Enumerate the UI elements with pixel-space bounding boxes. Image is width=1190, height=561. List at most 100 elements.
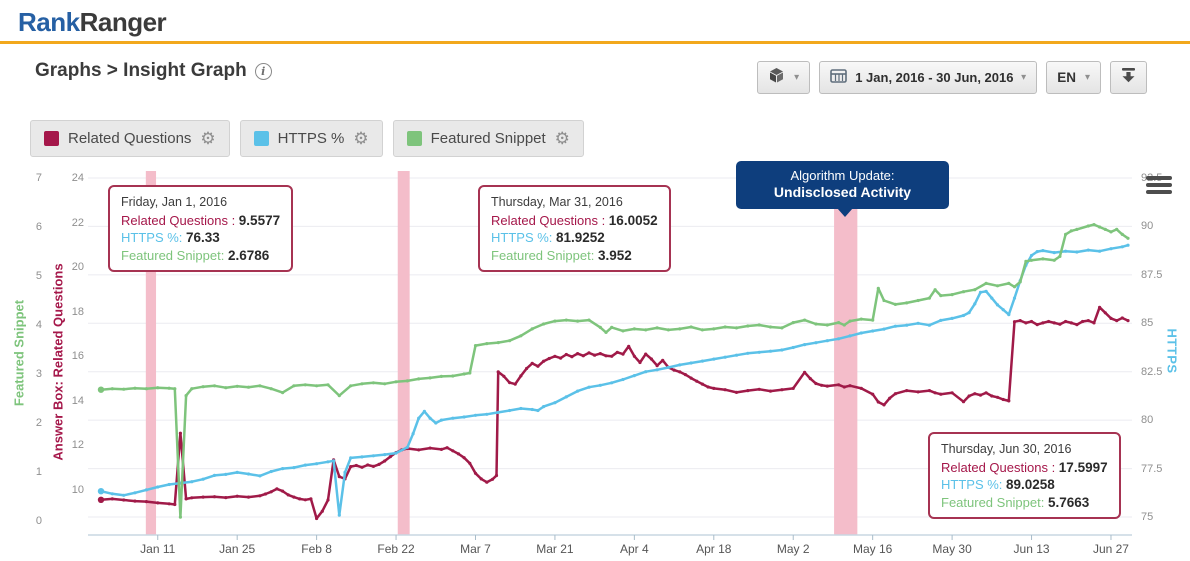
- data-point[interactable]: [303, 463, 307, 467]
- data-point[interactable]: [825, 339, 829, 343]
- data-point[interactable]: [326, 383, 330, 387]
- data-point[interactable]: [167, 482, 171, 487]
- data-point[interactable]: [780, 388, 784, 392]
- data-point[interactable]: [1001, 397, 1005, 402]
- data-point[interactable]: [303, 498, 307, 502]
- data-point[interactable]: [978, 290, 983, 294]
- data-point[interactable]: [1052, 258, 1056, 262]
- data-point[interactable]: [530, 327, 534, 331]
- data-point[interactable]: [848, 384, 852, 388]
- data-point[interactable]: [678, 363, 682, 367]
- data-point[interactable]: [269, 469, 273, 474]
- data-point[interactable]: [1041, 321, 1045, 325]
- data-point[interactable]: [814, 381, 818, 386]
- data-point[interactable]: [513, 382, 517, 386]
- data-point[interactable]: [1064, 249, 1068, 253]
- data-point[interactable]: [530, 361, 534, 365]
- data-point[interactable]: [564, 352, 568, 357]
- data-point[interactable]: [1086, 248, 1090, 252]
- data-point[interactable]: [479, 477, 483, 481]
- data-point[interactable]: [525, 366, 529, 371]
- data-point[interactable]: [757, 350, 761, 354]
- data-point[interactable]: [893, 302, 898, 306]
- data-point[interactable]: [133, 499, 137, 503]
- data-point[interactable]: [281, 489, 285, 493]
- data-point[interactable]: [882, 403, 886, 407]
- data-point[interactable]: [610, 354, 614, 358]
- data-point[interactable]: [610, 325, 614, 329]
- data-point[interactable]: [286, 493, 290, 497]
- data-point[interactable]: [871, 318, 875, 322]
- data-point[interactable]: [950, 316, 954, 320]
- data-point[interactable]: [837, 321, 841, 325]
- data-point[interactable]: [1120, 245, 1124, 249]
- data-point[interactable]: [212, 473, 217, 477]
- data-point[interactable]: [746, 389, 750, 393]
- data-point[interactable]: [292, 466, 296, 470]
- data-point[interactable]: [734, 326, 739, 330]
- data-point[interactable]: [496, 370, 500, 374]
- data-point[interactable]: [916, 321, 920, 325]
- data-point[interactable]: [235, 470, 239, 474]
- data-point[interactable]: [462, 456, 466, 460]
- data-point[interactable]: [1035, 250, 1039, 254]
- data-point[interactable]: [632, 374, 637, 378]
- data-point[interactable]: [1120, 316, 1124, 320]
- data-point[interactable]: [156, 501, 160, 505]
- data-point[interactable]: [995, 395, 1000, 399]
- data-point[interactable]: [967, 311, 971, 315]
- data-point[interactable]: [190, 496, 194, 500]
- data-point[interactable]: [564, 395, 568, 399]
- data-point[interactable]: [780, 326, 784, 330]
- data-point[interactable]: [235, 384, 239, 388]
- data-point[interactable]: [417, 448, 421, 452]
- data-point[interactable]: [587, 385, 591, 389]
- data-point[interactable]: [1018, 319, 1022, 323]
- data-point[interactable]: [383, 382, 387, 386]
- data-point[interactable]: [1126, 243, 1130, 247]
- data-point[interactable]: [1115, 319, 1119, 323]
- data-point[interactable]: [803, 343, 807, 347]
- data-point[interactable]: [184, 497, 188, 501]
- data-point[interactable]: [655, 364, 659, 368]
- data-point[interactable]: [610, 381, 614, 385]
- data-point[interactable]: [882, 298, 886, 303]
- data-point[interactable]: [984, 391, 988, 395]
- algorithm-update-band[interactable]: [834, 171, 858, 535]
- data-point[interactable]: [473, 471, 478, 475]
- data-point[interactable]: [905, 301, 909, 305]
- data-point[interactable]: [842, 385, 846, 389]
- data-point[interactable]: [456, 452, 461, 456]
- data-point[interactable]: [144, 387, 148, 391]
- data-point[interactable]: [383, 453, 387, 457]
- data-point[interactable]: [1109, 247, 1113, 251]
- data-point[interactable]: [1081, 319, 1085, 324]
- data-point[interactable]: [990, 394, 994, 398]
- data-point[interactable]: [939, 294, 943, 298]
- data-point[interactable]: [967, 394, 971, 398]
- data-point[interactable]: [110, 387, 114, 391]
- data-point[interactable]: [349, 465, 353, 469]
- data-point[interactable]: [360, 382, 364, 386]
- data-point[interactable]: [649, 357, 654, 361]
- data-point[interactable]: [632, 354, 637, 358]
- data-point[interactable]: [995, 303, 1000, 307]
- data-point[interactable]: [411, 432, 415, 436]
- data-point[interactable]: [791, 321, 795, 325]
- data-point[interactable]: [995, 284, 1000, 288]
- data-point[interactable]: [1052, 321, 1056, 325]
- data-point[interactable]: [666, 328, 671, 332]
- data-point[interactable]: [644, 352, 648, 356]
- data-point[interactable]: [371, 454, 375, 458]
- data-point[interactable]: [417, 377, 421, 381]
- gear-icon[interactable]: ⚙: [200, 130, 215, 147]
- data-point[interactable]: [576, 319, 580, 323]
- data-point[interactable]: [156, 485, 160, 489]
- data-point[interactable]: [97, 386, 105, 393]
- data-point[interactable]: [110, 497, 114, 501]
- data-point[interactable]: [1092, 223, 1096, 227]
- data-point[interactable]: [848, 319, 852, 323]
- info-icon[interactable]: i: [254, 62, 272, 80]
- data-point[interactable]: [235, 494, 239, 498]
- data-point[interactable]: [814, 322, 818, 326]
